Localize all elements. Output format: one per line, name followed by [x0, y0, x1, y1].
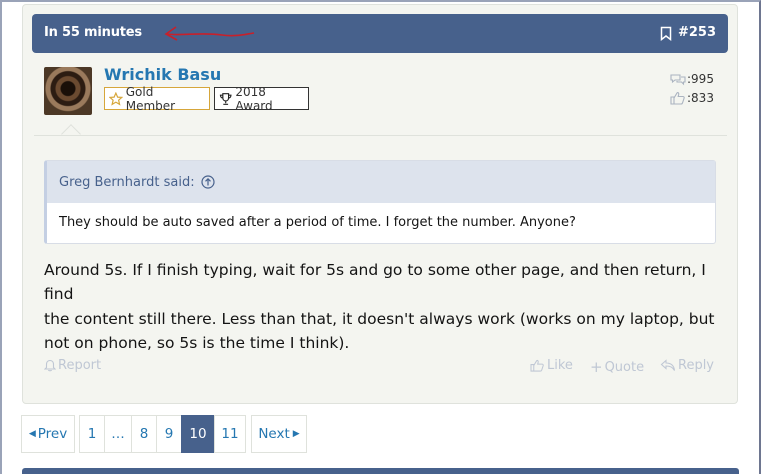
- quote-header[interactable]: Greg Bernhardt said:: [47, 161, 715, 203]
- reply-button[interactable]: Reply: [660, 358, 714, 373]
- next-post-header-edge: [22, 468, 739, 474]
- star-icon: [109, 91, 123, 106]
- prev-label: Prev: [37, 426, 68, 442]
- badge-label: 2018 Award: [235, 84, 273, 113]
- page-ellipsis-button[interactable]: …: [104, 415, 132, 453]
- likes-stat: :833: [670, 91, 714, 105]
- username-link[interactable]: Wrichik Basu: [104, 65, 221, 84]
- message-line: the content still there. Less than that,…: [44, 309, 715, 328]
- prev-page-button[interactable]: ◀ Prev: [21, 415, 75, 453]
- speech-bubbles-icon: [670, 73, 686, 85]
- gold-member-badge: Gold Member: [104, 84, 210, 113]
- annotation-arrow-icon: [164, 26, 255, 41]
- like-label: Like: [547, 358, 573, 373]
- quote-button[interactable]: + Quote: [590, 358, 644, 376]
- post-number-link[interactable]: #253: [678, 25, 716, 40]
- thumbs-up-icon: [530, 359, 544, 372]
- award-badge: 2018 Award: [214, 84, 309, 113]
- message-line: not on phone, so 5s is the time I think)…: [44, 333, 350, 352]
- page-link[interactable]: 11: [214, 415, 246, 453]
- next-label: Next: [258, 426, 290, 442]
- post-time[interactable]: In 55 minutes: [44, 25, 142, 40]
- plus-icon: +: [590, 358, 603, 376]
- message-body: Around 5s. If I finish typing, wait for …: [44, 258, 724, 355]
- likes-count: :833: [687, 91, 714, 105]
- reply-label: Reply: [678, 358, 715, 373]
- page-link[interactable]: 9: [156, 415, 182, 453]
- messages-stat: :995: [670, 72, 714, 86]
- separator-line: [34, 135, 727, 136]
- reply-arrow-icon: [660, 359, 676, 371]
- report-label: Report: [58, 358, 102, 373]
- badge-label: Gold Member: [125, 84, 176, 113]
- page-link[interactable]: 8: [131, 415, 157, 453]
- current-page: 10: [181, 415, 215, 453]
- quote-block: Greg Bernhardt said: They should be auto…: [44, 160, 716, 244]
- chevron-left-icon: ◀: [28, 429, 36, 439]
- quote-label: Quote: [604, 359, 645, 375]
- quote-attribution[interactable]: Greg Bernhardt said:: [59, 175, 195, 190]
- bookmark-icon[interactable]: [660, 26, 672, 41]
- post-header: In 55 minutes #253: [32, 14, 728, 53]
- chevron-right-icon: ▶: [292, 429, 300, 439]
- thumbs-up-icon: [670, 92, 685, 105]
- report-button[interactable]: Report: [44, 358, 101, 373]
- page-link[interactable]: 1: [79, 415, 105, 453]
- trophy-icon: [219, 92, 232, 105]
- like-button[interactable]: Like: [530, 358, 573, 373]
- avatar[interactable]: [44, 67, 92, 115]
- next-page-button[interactable]: Next ▶: [251, 415, 307, 453]
- arrow-up-circle-icon[interactable]: [200, 175, 215, 189]
- quote-text: They should be auto saved after a period…: [59, 215, 576, 230]
- messages-count: :995: [687, 72, 714, 86]
- message-line: Around 5s. If I finish typing, wait for …: [44, 261, 706, 304]
- bell-icon: [44, 359, 56, 372]
